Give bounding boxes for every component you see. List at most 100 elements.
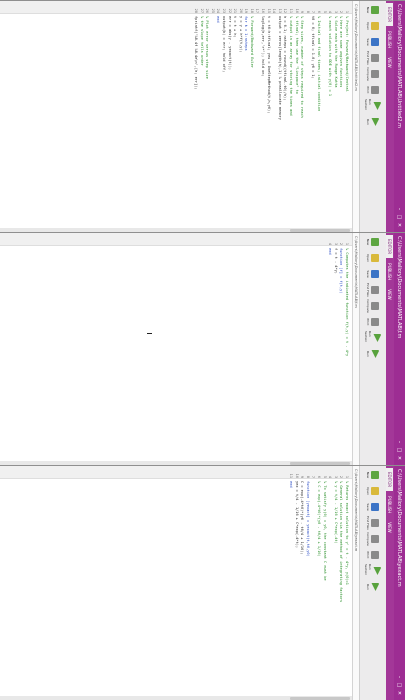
code-editor[interactable]: 1 % Computes the indicated function f(t,y… [0, 233, 352, 465]
window-title: C:\Users\Mallory\Documents\MATLAB\Untitl… [396, 4, 403, 128]
toolstrip-label: Save [366, 503, 371, 511]
print-button[interactable]: Print [367, 83, 380, 97]
code-line[interactable]: 16 loglog(h,err,'r*'); hold on; [260, 3, 265, 230]
editor-window-3[interactable]: C:\Users\Mallory\Documents\MATLAB\yexact… [0, 465, 405, 700]
code-line[interactable]: 7 t0 = 0; tfinal = 1.0; y0 = 1; [310, 3, 316, 230]
code-lines: 1 % Computes the indicated function f(t,y… [327, 235, 349, 463]
code-line[interactable]: 1 % Returns exact solution to y' = t - 4*… [343, 468, 349, 698]
tab-publish[interactable]: PUBLISH [386, 27, 393, 52]
editor-window-2[interactable]: C:\Users\Mallory\Documents\MATLAB\f.m – □ ✕… [0, 232, 405, 465]
open-button[interactable]: Open [367, 484, 380, 498]
line-number: 4 [328, 242, 333, 245]
tab-view[interactable]: VIEW [386, 53, 393, 71]
code-line[interactable]: 22 err = abs(y - yexact(t)); [226, 3, 232, 230]
title-bar[interactable]: C:\Users\Mallory\Documents\MATLAB\f.m – □ ✕ [394, 233, 405, 465]
maximize-icon[interactable]: □ [397, 213, 403, 221]
scrollbar-thumb[interactable] [290, 696, 350, 700]
code-line[interactable]: 18 % Forward/Backward Euler [248, 3, 254, 230]
code-line[interactable]: 2 % General solution via the method of in… [338, 468, 344, 698]
close-icon[interactable]: ✕ [397, 221, 403, 229]
save-icon [371, 503, 380, 511]
code-line[interactable]: 15 t = t0:h:tfinal; yeu = OneStepMethod(t… [265, 3, 271, 230]
code-line[interactable]: 9 % Step sizes, number of steps required … [299, 3, 304, 230]
open-button[interactable]: Open [367, 251, 380, 265]
tab-editor[interactable]: EDITOR [386, 468, 393, 492]
find-files-button[interactable]: Find Files [367, 516, 380, 530]
toolstrip-label: Save [366, 270, 371, 278]
maximize-icon[interactable]: □ [397, 681, 403, 689]
code-line[interactable]: 28 fprintf('%8.4f %8.4e\n',[h; err]); [192, 3, 198, 230]
code-line[interactable]: 25 [209, 3, 215, 230]
code-line[interactable]: 21 t = t + h; [232, 3, 238, 230]
run-section-button[interactable]: Run Section [365, 99, 382, 113]
line-number: 7 [311, 10, 316, 13]
run-button[interactable]: Run [367, 580, 380, 594]
code-line[interactable]: 12 h = 0.1; nsteps = round((tfinal-t0)/h)… [282, 3, 287, 230]
tab-editor[interactable]: EDITOR [386, 235, 393, 259]
save-button[interactable]: Save [367, 35, 380, 49]
vertical-scrollbar[interactable] [0, 696, 352, 700]
tab-view[interactable]: VIEW [386, 285, 393, 303]
save-button[interactable]: Save [367, 267, 380, 281]
minimize-icon[interactable]: – [397, 673, 403, 681]
code-editor[interactable]: 1 % Returns exact solution to y' = t - 4*… [0, 466, 352, 700]
new-button[interactable]: New [367, 3, 380, 17]
code-line[interactable]: 2 % Here are some ungiven functions [338, 3, 343, 230]
run-button[interactable]: Run [367, 115, 380, 129]
open-button[interactable]: Open [367, 19, 380, 33]
minimize-icon[interactable]: – [397, 438, 403, 446]
code-text: t = t + h; [233, 16, 238, 38]
code-line[interactable]: 1 % Computes the indicated function f(t,y… [343, 235, 349, 463]
tab-publish[interactable]: PUBLISH [386, 492, 393, 517]
compare-button[interactable]: Compare [367, 299, 380, 313]
code-line[interactable]: 23 output(k) = err; hold off; [220, 3, 226, 230]
run-section-button[interactable]: Run Section [365, 331, 382, 345]
toolstrip: New Open Save Find Files Compare Print Run Sec… [359, 1, 386, 232]
run-section-button[interactable]: Run Section [365, 564, 382, 578]
code-line[interactable]: 26 % Plot error versus step size [204, 3, 209, 230]
code-line[interactable]: 13 output = zeros(length(h),1) % prealloc… [276, 3, 282, 230]
code-line[interactable]: 20 y = y + h*f(t,y); [237, 3, 243, 230]
new-button[interactable]: New [367, 235, 380, 249]
tab-editor[interactable]: EDITOR [386, 3, 393, 27]
editor-window-1[interactable]: C:\Users\Mallory\Documents\MATLAB\Untitl… [0, 0, 405, 232]
toolstrip-label: New [366, 471, 371, 479]
code-line[interactable]: 6 % Initial and final times; initial cond… [315, 3, 321, 230]
code-editor[interactable]: 1 % Project: Forward/Backward/Central 2 % H… [0, 1, 352, 232]
code-line[interactable]: 3 f = t - 4*y; [332, 235, 338, 463]
maximize-icon[interactable]: □ [397, 446, 403, 454]
code-line[interactable]: 6 % C = exp(-4*t0)*(y0 - t0/4 + 1/16) [315, 468, 321, 698]
print-button[interactable]: Print [367, 548, 380, 562]
find-files-button[interactable]: Find Files [367, 51, 380, 65]
save-button[interactable]: Save [367, 500, 380, 514]
code-line[interactable]: 9 C = exp(-4*t0)*(y0 - t0/4 + 1/16); [299, 468, 304, 698]
close-icon[interactable]: ✕ [397, 454, 403, 462]
code-line[interactable]: 8 function [yexact] = yexact(t,t0,y0) [304, 468, 310, 698]
title-bar[interactable]: C:\Users\Mallory\Documents\MATLAB\Untitl… [394, 1, 405, 232]
find-files-button[interactable]: Find Files [367, 283, 380, 297]
print-button[interactable]: Print [367, 315, 380, 329]
compare-button[interactable]: Compare [367, 67, 380, 81]
code-line[interactable]: 11 % output in an array for storing the t… [287, 3, 293, 230]
title-bar[interactable]: C:\Users\Mallory\Documents\MATLAB\yexact… [394, 466, 405, 700]
toolstrip-label: New [366, 6, 371, 14]
code-line[interactable]: 10 yex = t/4 - 1/16 + C*exp(-4*t); [293, 468, 299, 698]
compare-button[interactable]: Compare [367, 532, 380, 546]
line-number: 5 [322, 475, 327, 478]
code-line[interactable]: 3 % Solve each with the Runge Kutta [332, 3, 338, 230]
code-line[interactable]: 1 % Project: Forward/Backward/Central [343, 3, 349, 230]
file-path-bar: C:\Users\Mallory\Documents\MATLAB\Untitl… [352, 1, 359, 232]
tab-view[interactable]: VIEW [386, 518, 393, 536]
code-line[interactable]: 5 % To satisfy y(0) = y0, the constant C … [321, 468, 327, 698]
code-line[interactable]: 27 % the slope tells order [198, 3, 204, 230]
code-text: % General solution via the method of int… [339, 481, 344, 603]
compare-icon [371, 302, 380, 310]
code-line[interactable]: 4 % exact solution to ODE with y(0) = 1 [327, 3, 332, 230]
new-button[interactable]: New [367, 468, 380, 482]
toolstrip-label: Run Section [364, 99, 373, 111]
code-line[interactable]: 19 for k = 1:nsteps [243, 3, 248, 230]
minimize-icon[interactable]: – [397, 205, 403, 213]
tab-publish[interactable]: PUBLISH [386, 259, 393, 284]
close-icon[interactable]: ✕ [397, 689, 403, 697]
run-button[interactable]: Run [367, 347, 380, 361]
